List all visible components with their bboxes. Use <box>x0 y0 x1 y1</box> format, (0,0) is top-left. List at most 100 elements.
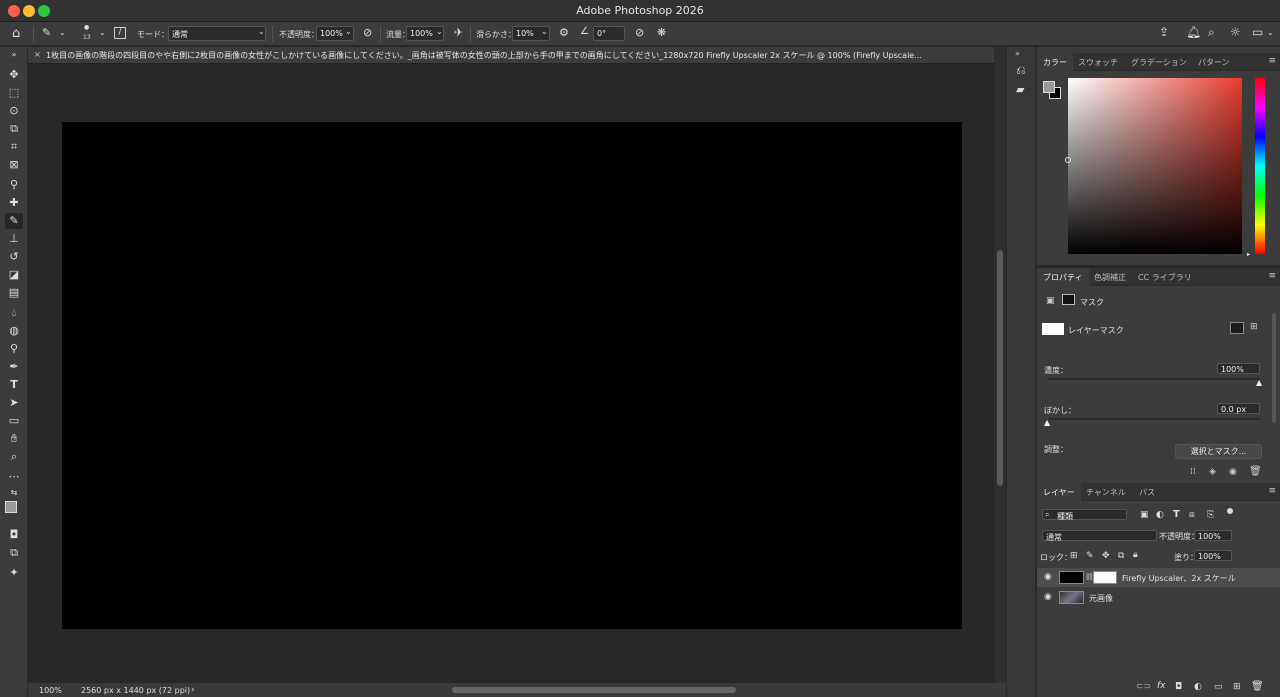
brush-size[interactable]: 13 <box>83 34 91 41</box>
select-and-mask-button[interactable]: 選択とマスク... <box>1175 444 1262 459</box>
eraser-tool-icon[interactable]: ◪ <box>5 267 23 283</box>
trash-icon[interactable]: 🗑︎ <box>1249 466 1262 477</box>
feather-slider-handle[interactable]: ▲ <box>1044 418 1050 427</box>
filter-shape-icon[interactable]: ⧈ <box>1189 510 1195 520</box>
layer-opacity-input[interactable]: 100% <box>1194 530 1232 541</box>
bell-icon[interactable]: 🔔︎ <box>1186 26 1201 38</box>
document-tab[interactable]: × 1枚目の画像の階段の四段目のやや右側に2枚目の画像の女性がこしかけている画像… <box>28 47 994 64</box>
feather-input[interactable]: 0.0 px <box>1217 403 1260 414</box>
symmetry-icon[interactable]: ❋ <box>657 27 666 38</box>
chevron-down-icon[interactable]: ⌄ <box>345 28 352 36</box>
color-picker-ring[interactable] <box>1065 157 1071 163</box>
chevron-down-icon[interactable]: ⌄ <box>99 29 106 37</box>
eye-icon[interactable]: ◉ <box>1044 572 1052 582</box>
tab-patterns[interactable]: パターン <box>1198 57 1230 68</box>
dodge-tool-icon[interactable]: ◍ <box>5 323 23 339</box>
lock-position-icon[interactable]: ✥ <box>1102 551 1110 561</box>
eye-icon[interactable]: ◉ <box>1229 467 1237 477</box>
horizontal-scroll-thumb[interactable] <box>452 687 736 693</box>
blend-mode-select[interactable]: 通常 <box>1042 530 1157 542</box>
tab-swatches[interactable]: スウォッチ <box>1078 57 1118 68</box>
filter-smart-object-icon[interactable]: ⎘ <box>1207 510 1214 520</box>
eye-icon[interactable]: ◉ <box>1044 592 1052 602</box>
add-vector-mask-icon[interactable]: ⊞ <box>1250 322 1258 332</box>
foreground-color-swatch[interactable] <box>1043 81 1055 93</box>
close-icon[interactable]: × <box>34 50 41 59</box>
filter-toggle-icon[interactable] <box>1227 508 1233 514</box>
history-brush-tool-icon[interactable]: ↺ <box>5 249 23 265</box>
brush-settings-icon[interactable]: ∕ <box>114 27 126 39</box>
lightbulb-icon[interactable]: ☼ <box>1230 26 1241 38</box>
mode-select[interactable]: 通常 <box>168 26 266 41</box>
density-slider[interactable] <box>1048 378 1260 380</box>
clone-stamp-tool-icon[interactable]: ⊥ <box>5 231 23 247</box>
eyedropper-tool-icon[interactable]: ⚲ <box>5 177 23 193</box>
pen-tool-icon[interactable]: ✒ <box>5 359 23 375</box>
add-mask-icon[interactable]: ◘ <box>1175 682 1182 692</box>
filter-type-icon[interactable]: T <box>1173 509 1180 520</box>
history-icon[interactable]: ⎌ <box>1016 63 1026 78</box>
new-layer-icon[interactable]: ⊞ <box>1233 682 1241 692</box>
apply-mask-icon[interactable]: ◈ <box>1209 467 1216 477</box>
fill-input[interactable]: 100% <box>1194 550 1232 561</box>
tab-paths[interactable]: パス <box>1139 487 1155 498</box>
pressure-opacity-icon[interactable]: ⊘ <box>363 27 372 38</box>
quick-mask-icon[interactable]: ◘ <box>5 527 23 543</box>
chevron-down-icon[interactable]: ⌄ <box>541 28 548 36</box>
filter-adjustment-icon[interactable]: ◐ <box>1156 510 1164 520</box>
home-icon[interactable]: ⌂ <box>12 27 20 40</box>
panel-menu-icon[interactable]: ≡ <box>1268 56 1276 66</box>
zoom-level[interactable]: 100% <box>39 686 62 695</box>
foreground-color-swatch[interactable] <box>5 501 17 513</box>
load-selection-icon[interactable]: ⁞⁞ <box>1190 467 1196 477</box>
trash-icon[interactable]: 🗑︎ <box>1251 681 1264 692</box>
blur-tool-icon[interactable]: 💧︎ <box>5 305 23 321</box>
airbrush-icon[interactable]: ✈ <box>454 27 463 38</box>
brush-tool-icon[interactable]: ✎ <box>5 213 23 229</box>
comments-icon[interactable]: ▰ <box>1016 83 1024 96</box>
type-tool-icon[interactable]: T <box>5 377 23 393</box>
move-tool-icon[interactable]: ✥ <box>5 67 23 83</box>
hand-tool-icon[interactable]: ✋︎ <box>5 431 23 447</box>
tab-channels[interactable]: チャンネル <box>1086 487 1126 498</box>
gear-icon[interactable]: ⚙ <box>559 27 569 38</box>
layer-row[interactable]: ◉ 元画像 <box>1037 588 1280 607</box>
layer-row[interactable]: ◉ ⛓ Firefly Upscaler、2x スケール <box>1037 568 1280 587</box>
panel-menu-icon[interactable]: ≡ <box>1268 271 1276 281</box>
generative-icon[interactable]: ✦ <box>5 565 23 581</box>
layer-name[interactable]: Firefly Upscaler、2x スケール <box>1122 573 1236 584</box>
quick-select-tool-icon[interactable]: ⊙ <box>5 103 23 119</box>
brush-tool-icon[interactable]: ✎ <box>42 27 51 38</box>
panel-collapse-icon[interactable]: » <box>5 47 23 63</box>
more-tools-icon[interactable]: ⋯ <box>5 469 23 485</box>
add-pixel-mask-icon[interactable] <box>1230 322 1244 334</box>
tab-layers[interactable]: レイヤー <box>1037 483 1081 501</box>
layer-mask-icon[interactable] <box>1062 294 1075 305</box>
path-select-tool-icon[interactable]: ➤ <box>5 395 23 411</box>
density-input[interactable]: 100% <box>1217 363 1260 374</box>
pixel-mask-icon[interactable]: ▣ <box>1046 296 1055 306</box>
chevron-down-icon[interactable]: ⌄ <box>436 28 443 36</box>
tab-adjustments[interactable]: 色調補正 <box>1094 272 1126 283</box>
tab-gradients[interactable]: グラデーション <box>1131 57 1187 68</box>
lock-image-icon[interactable]: ✎ <box>1086 551 1094 561</box>
smudge-tool-icon[interactable]: ⚲ <box>5 341 23 357</box>
workspace-icon[interactable]: ▭ <box>1252 26 1263 38</box>
zoom-tool-icon[interactable]: ⌕ <box>5 449 23 465</box>
lock-artboard-icon[interactable]: ⧉ <box>1118 551 1124 561</box>
new-group-icon[interactable]: ▭ <box>1214 682 1223 692</box>
layer-style-icon[interactable]: fx <box>1157 681 1166 691</box>
marquee-tool-icon[interactable]: ⬚ <box>5 85 23 101</box>
filter-pixel-icon[interactable]: ▣ <box>1140 510 1149 520</box>
color-field[interactable] <box>1068 78 1242 254</box>
document-canvas[interactable] <box>62 122 962 629</box>
status-menu-arrow[interactable]: › <box>191 685 195 695</box>
hue-slider-handle[interactable]: ▸ <box>1247 251 1250 258</box>
pressure-size-icon[interactable]: ⊘ <box>635 27 644 38</box>
tab-cc-libraries[interactable]: CC ライブラリ <box>1138 272 1192 283</box>
dock-expand-icon[interactable]: » <box>1015 49 1020 58</box>
tab-properties[interactable]: プロパティ <box>1037 268 1089 286</box>
object-select-tool-icon[interactable]: ⧉ <box>5 121 23 137</box>
chevron-down-icon[interactable]: ⌄ <box>59 29 66 37</box>
hue-slider[interactable] <box>1255 78 1265 254</box>
